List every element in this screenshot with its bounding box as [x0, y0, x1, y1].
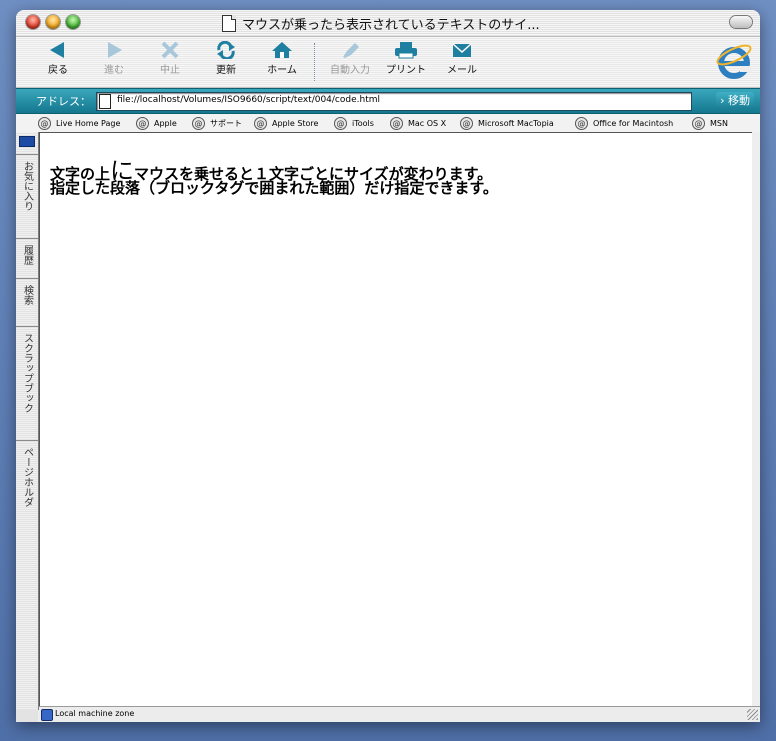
- favorite-msn[interactable]: @ MSN: [692, 115, 728, 131]
- favorite-mac-os-x[interactable]: @ Mac OS X: [390, 115, 446, 131]
- stop-label: 中止: [160, 65, 180, 76]
- page-content: 文字の上にマウスを乗せると１文字ごとにサイズが変わります。 指定した段落（ブロッ…: [39, 132, 753, 707]
- go-button[interactable]: › 移動: [716, 92, 754, 109]
- mail-button[interactable]: メール: [434, 39, 490, 85]
- favorites-bar: @ Live Home Page @ Apple @ サポート @ Apple Stor…: [16, 114, 760, 133]
- favorite-label: Mac OS X: [408, 118, 447, 128]
- favorite-apple-store[interactable]: @ Apple Store: [254, 115, 318, 131]
- window-title: マウスが乗ったら表示されているテキストのサイ...: [242, 17, 540, 33]
- favorite-label: MSN: [710, 118, 728, 128]
- at-icon: @: [192, 116, 205, 130]
- security-zone-text: Local machine zone: [55, 709, 135, 718]
- security-zone-icon: [41, 709, 53, 721]
- tab-page-holder[interactable]: ページホルダ: [16, 440, 38, 531]
- tab-favorites[interactable]: お気に入り: [16, 154, 38, 239]
- forward-label: 進む: [104, 65, 124, 76]
- window-title-group: マウスが乗ったら表示されているテキストのサイ...: [222, 14, 540, 33]
- home-button[interactable]: ホーム: [254, 39, 310, 85]
- tab-label: スクラップブック: [21, 333, 33, 413]
- mail-label: メール: [447, 65, 477, 76]
- favorite-live-home-page[interactable]: @ Live Home Page: [38, 115, 120, 131]
- favorite-label: Apple Store: [272, 118, 319, 128]
- home-icon: [272, 42, 292, 58]
- page-document-icon: [99, 94, 111, 109]
- zoom-button[interactable]: [66, 15, 80, 29]
- collapse-sidebar-icon[interactable]: [19, 136, 35, 147]
- at-icon: @: [390, 116, 403, 130]
- favorite-label: iTools: [352, 118, 374, 128]
- address-label: アドレス：: [36, 95, 91, 108]
- at-icon: @: [254, 116, 267, 130]
- autofill-label: 自動入力: [330, 65, 370, 76]
- refresh-icon: [217, 41, 235, 59]
- back-arrow-icon: [50, 42, 64, 58]
- favorite-itools[interactable]: @ iTools: [334, 115, 374, 131]
- minimize-button[interactable]: [46, 15, 60, 29]
- tab-label: お気に入り: [21, 161, 33, 211]
- stop-button[interactable]: 中止: [142, 39, 198, 85]
- autofill-pen-icon: [343, 43, 359, 58]
- tab-label: ページホルダ: [21, 447, 33, 507]
- internet-explorer-logo-icon: [716, 44, 752, 79]
- at-icon: @: [575, 116, 588, 130]
- refresh-button[interactable]: 更新: [198, 39, 254, 85]
- favorite-apple[interactable]: @ Apple: [136, 115, 177, 131]
- tab-scrapbook[interactable]: スクラップブック: [16, 326, 38, 441]
- favorite-label: Live Home Page: [56, 118, 121, 128]
- status-bar: Local machine zone: [39, 706, 760, 722]
- right-window-edge: [752, 132, 760, 712]
- favorite-support[interactable]: @ サポート: [192, 115, 242, 131]
- at-icon: @: [460, 116, 473, 130]
- address-input[interactable]: file://localhost/Volumes/ISO9660/script/…: [96, 92, 692, 111]
- back-button[interactable]: 戻る: [30, 39, 86, 85]
- browser-window: マウスが乗ったら表示されているテキストのサイ... 戻る 進む 中止 更新 ホー…: [16, 10, 760, 722]
- autofill-button[interactable]: 自動入力: [322, 39, 378, 85]
- favorite-office-for-macintosh[interactable]: @ Office for Macintosh: [575, 115, 673, 131]
- address-url: file://localhost/Volumes/ISO9660/script/…: [117, 95, 380, 105]
- tab-label: 検索: [21, 285, 33, 305]
- favorite-label: Office for Macintosh: [593, 118, 674, 128]
- forward-button[interactable]: 進む: [86, 39, 142, 85]
- tab-label: 履歴: [21, 245, 33, 265]
- refresh-label: 更新: [216, 65, 236, 76]
- document-icon: [222, 14, 236, 32]
- resize-grip-icon[interactable]: [747, 709, 758, 720]
- paragraph-line-2[interactable]: 指定した段落（ブロックタグで囲まれた範囲）だけ指定できます。: [50, 177, 498, 198]
- address-bar: アドレス： file://localhost/Volumes/ISO9660/s…: [16, 88, 760, 114]
- at-icon: @: [692, 116, 705, 130]
- at-icon: @: [334, 116, 347, 130]
- title-bar[interactable]: マウスが乗ったら表示されているテキストのサイ...: [16, 10, 760, 37]
- printer-icon: [395, 42, 417, 59]
- toolbar-separator: [314, 43, 316, 81]
- toolbar-toggle-button[interactable]: [730, 16, 752, 28]
- toolbar: 戻る 進む 中止 更新 ホーム 自動入力 プリント メール: [16, 37, 760, 88]
- print-label: プリント: [386, 65, 426, 76]
- favorite-label: Microsoft MacTopia: [478, 118, 554, 128]
- close-button[interactable]: [26, 15, 40, 29]
- tab-history[interactable]: 履歴: [16, 238, 38, 279]
- favorite-microsoft-mactopia[interactable]: @ Microsoft MacTopia: [460, 115, 554, 131]
- explorer-bar-tabs: お気に入り 履歴 検索 スクラップブック ページホルダ: [16, 132, 39, 710]
- at-icon: @: [136, 116, 149, 130]
- sidebar-bottom: [16, 710, 38, 722]
- at-icon: @: [38, 116, 51, 130]
- print-button[interactable]: プリント: [378, 39, 434, 85]
- forward-arrow-icon: [108, 42, 122, 58]
- stop-x-icon: [161, 41, 179, 59]
- home-label: ホーム: [267, 65, 297, 76]
- favorite-label: Apple: [154, 118, 177, 128]
- mail-icon: [452, 43, 472, 57]
- back-label: 戻る: [48, 65, 68, 76]
- tab-search[interactable]: 検索: [16, 278, 38, 327]
- favorite-label: サポート: [210, 118, 242, 128]
